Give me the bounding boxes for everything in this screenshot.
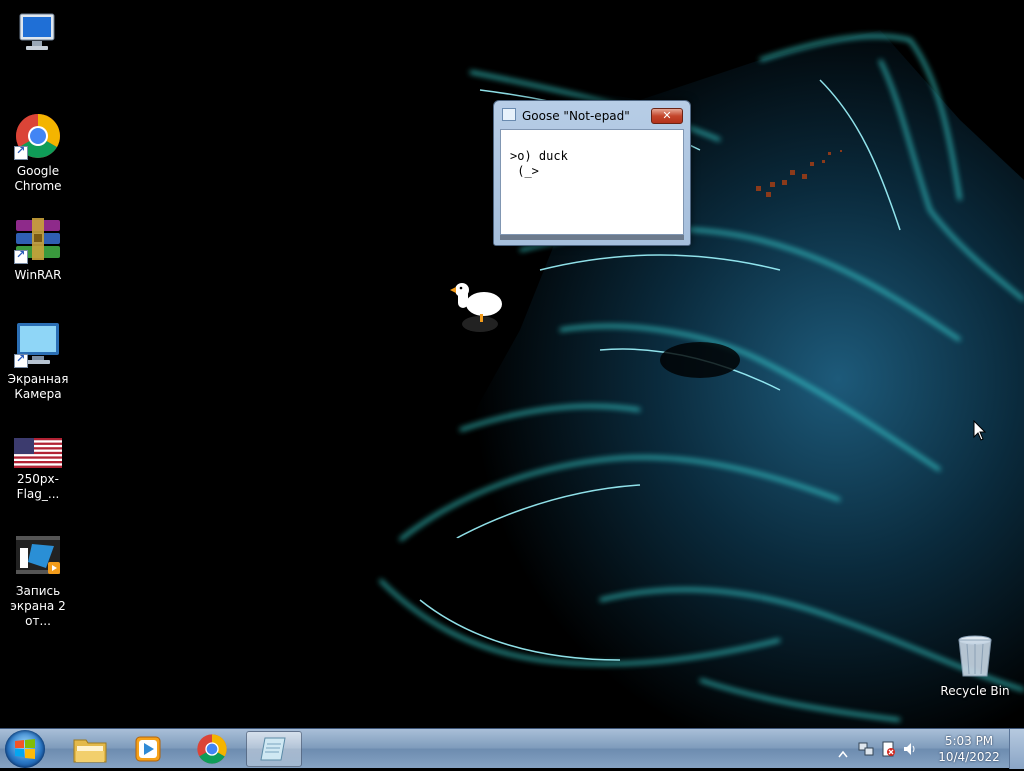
desktop-icon-label: Запись экрана 2 от... — [10, 584, 66, 628]
desktop-icon-screen-recording[interactable]: Запись экрана 2 от... — [0, 532, 76, 629]
network-icon[interactable] — [858, 741, 874, 757]
show-hidden-icons-icon[interactable] — [838, 743, 848, 758]
desktop-icon-winrar[interactable]: WinRAR — [0, 216, 76, 283]
goose-footprints — [756, 150, 842, 197]
desktop-icon-label: Google Chrome — [14, 164, 62, 193]
taskbar-file-explorer[interactable] — [62, 731, 118, 767]
file-explorer-icon — [73, 739, 107, 763]
taskbar-chrome[interactable] — [184, 731, 240, 767]
us-flag-icon — [14, 432, 62, 468]
start-button[interactable] — [5, 730, 45, 768]
desktop-icon-label: Recycle Bin — [940, 684, 1010, 698]
volume-icon[interactable] — [902, 741, 918, 757]
clock-time: 5:03 PM — [944, 734, 994, 748]
mouse-cursor-icon — [973, 420, 987, 441]
recycle-bin-icon — [951, 632, 999, 680]
notepad-icon — [502, 108, 516, 121]
desktop-icon-label: WinRAR — [14, 268, 62, 282]
window-bottom-border — [500, 235, 684, 240]
show-desktop-button[interactable] — [1009, 729, 1024, 769]
window-title: Goose "Not-epad" — [522, 109, 630, 123]
desktop-icon-label: 250px-Flag_... — [16, 472, 60, 501]
desktop-icon-flag-image[interactable]: 250px-Flag_... — [0, 432, 76, 502]
computer-icon — [14, 10, 62, 58]
clock-date: 10/4/2022 — [938, 750, 1000, 764]
shortcut-arrow-icon — [14, 248, 28, 264]
taskbar-notepad[interactable] — [246, 731, 302, 767]
goose-sprite[interactable] — [446, 278, 506, 334]
close-button[interactable]: ✕ — [651, 108, 683, 124]
winrar-icon — [14, 216, 62, 264]
notification-area: 5:03 PM 10/4/2022 — [834, 729, 1024, 769]
chrome-icon — [14, 112, 62, 160]
screen-camera-icon — [14, 320, 62, 368]
action-center-icon[interactable] — [880, 741, 896, 757]
desktop-icon-recycle-bin[interactable]: Recycle Bin — [937, 632, 1013, 699]
shortcut-arrow-icon — [14, 352, 28, 368]
desktop-icon-screen-camera[interactable]: Экранная Камера — [0, 320, 76, 402]
taskbar: 5:03 PM 10/4/2022 — [0, 728, 1024, 769]
desktop-icon-computer[interactable] — [0, 10, 76, 62]
clock[interactable]: 5:03 PM 10/4/2022 — [938, 733, 1000, 765]
desktop-icon-label: Экранная Камера — [7, 372, 69, 401]
desktop-icon-google-chrome[interactable]: Google Chrome — [0, 112, 76, 194]
shortcut-arrow-icon — [14, 144, 28, 160]
taskbar-media-player[interactable] — [120, 731, 176, 767]
video-file-icon — [14, 532, 62, 580]
window-titlebar[interactable]: Goose "Not-epad" ✕ — [494, 101, 690, 129]
notepad-text-area[interactable]: >o) duck (_> — [500, 129, 684, 235]
windows-logo-icon — [15, 739, 35, 759]
notepad-icon — [260, 737, 286, 761]
notepad-window[interactable]: Goose "Not-epad" ✕ >o) duck (_> — [493, 100, 691, 246]
media-player-icon — [135, 736, 161, 762]
chrome-icon — [197, 734, 227, 764]
